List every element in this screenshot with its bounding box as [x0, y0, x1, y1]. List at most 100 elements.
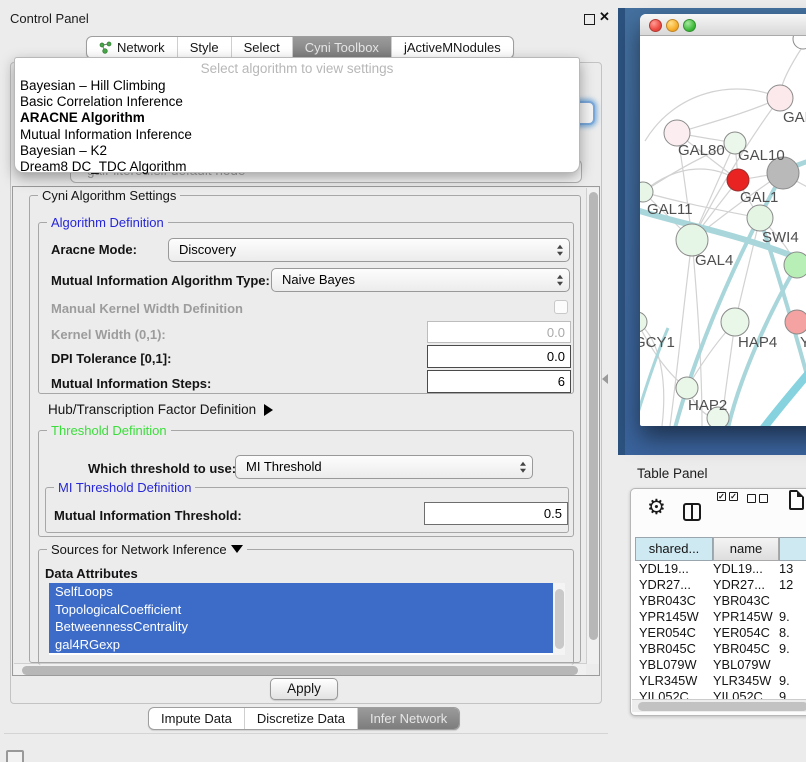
kernel-width-input[interactable]: 0.0 [427, 321, 571, 343]
tab-cyni-toolbox[interactable]: Cyni Toolbox [292, 37, 391, 58]
node-green-right[interactable] [784, 252, 806, 278]
cell-shared: YBR045C [639, 641, 696, 657]
cell-name: YDL19... [713, 561, 763, 577]
column-header-extra[interactable] [779, 537, 806, 561]
tab-select[interactable]: Select [231, 37, 292, 58]
network-window[interactable]: GAL GAL80 GAL10 GAL1 GAL11 SWI4 GAL4 GCY… [640, 14, 806, 426]
tab-network[interactable]: Network [87, 37, 177, 58]
dropdown-item-aracne[interactable]: ARACNE Algorithm [15, 110, 579, 126]
column-header-shared-name[interactable]: shared... [635, 537, 713, 561]
attribute-item-betweennesscentrality[interactable]: BetweennessCentrality [49, 618, 553, 636]
table-horizontal-scrollbar[interactable] [632, 699, 806, 712]
dropdown-item-basic-correlation[interactable]: Basic Correlation Inference [15, 94, 579, 110]
minimize-window-icon[interactable] [666, 19, 679, 32]
node-swi4[interactable] [747, 205, 773, 231]
column-header-name[interactable]: name [713, 537, 779, 561]
deselect-all-columns-icon[interactable] [747, 494, 768, 503]
float-panel-icon[interactable] [584, 14, 595, 25]
table-row[interactable]: YBL079WYBL079W [631, 657, 806, 673]
node-gal-pink[interactable] [767, 85, 793, 111]
sources-title[interactable]: Sources for Network Inference [47, 542, 247, 557]
dropdown-item-bayesian-hill-climbing[interactable]: Bayesian – Hill Climbing [15, 78, 579, 94]
hub-definition-toggle[interactable]: Hub/Transcription Factor Definition [48, 402, 273, 417]
expand-right-icon [264, 404, 273, 416]
cell-value: 13 [779, 561, 793, 577]
mi-steps-label: Mutual Information Steps: [51, 376, 211, 391]
attribute-item-gal4rgexp[interactable]: gal4RGexp [49, 636, 553, 654]
stepper-arrows-icon [557, 245, 563, 256]
select-all-columns-icon[interactable]: ✓ ✓ [717, 492, 738, 501]
mi-steps-input[interactable]: 6 [427, 370, 571, 393]
data-attributes-list[interactable]: SelfLoops TopologicalCoefficient Between… [49, 583, 565, 655]
tab-infer-network-label: Infer Network [370, 708, 447, 729]
network-canvas[interactable]: GAL GAL80 GAL10 GAL1 GAL11 SWI4 GAL4 GCY… [640, 36, 806, 426]
tab-cyni-toolbox-label: Cyni Toolbox [305, 37, 379, 58]
label-hap4: HAP4 [738, 334, 777, 351]
tab-discretize-data[interactable]: Discretize Data [244, 708, 357, 729]
table-row[interactable]: YER054CYER054C8. [631, 625, 806, 641]
manual-kernel-label: Manual Kernel Width Definition [51, 301, 243, 316]
aracne-mode-combobox[interactable]: Discovery [168, 238, 570, 262]
export-table-icon[interactable] [789, 490, 804, 510]
dpi-tolerance-input[interactable]: 0.0 [427, 345, 571, 368]
settings-scrollpane: Cyni Algorithm Settings Algorithm Defini… [12, 186, 600, 676]
table-settings-gear-icon[interactable]: ⚙ [647, 495, 666, 520]
network-window-titlebar[interactable] [640, 14, 806, 36]
manual-kernel-checkbox[interactable] [554, 300, 568, 314]
attribute-item-topologicalcoefficient[interactable]: TopologicalCoefficient [49, 601, 553, 619]
algorithm-dropdown-popup: Select algorithm to view settings Bayesi… [14, 57, 580, 173]
tab-select-label: Select [244, 37, 280, 58]
attribute-item-selfloops[interactable]: SelfLoops [49, 583, 553, 601]
app-root: { "control_panel": { "title": "Control P… [0, 0, 806, 762]
mi-type-value: Naive Bayes [282, 272, 355, 287]
label-gal4: GAL4 [695, 252, 733, 269]
table-row[interactable]: YLR345WYLR345W9. [631, 673, 806, 689]
node-gal1[interactable] [727, 169, 749, 191]
label-gal: GAL [783, 109, 806, 126]
cell-shared: YPR145W [639, 609, 699, 625]
table-row[interactable]: YDL19...YDL19...13 [631, 561, 806, 577]
dropdown-item-dream8[interactable]: Dream8 DC_TDC Algorithm [15, 159, 579, 175]
panel-collapse-arrow-icon[interactable] [602, 374, 608, 384]
kernel-width-label: Kernel Width (0,1): [51, 327, 166, 342]
tab-style[interactable]: Style [177, 37, 231, 58]
close-window-icon[interactable] [649, 19, 662, 32]
cell-shared: YBR043C [639, 593, 696, 609]
table-row[interactable]: YBR045CYBR045C9. [631, 641, 806, 657]
attributes-scrollbar[interactable] [553, 583, 565, 655]
control-panel-tabs: Network Style Select Cyni Toolbox jActiv… [86, 36, 514, 59]
cell-name: YDR27... [713, 577, 765, 593]
column-layout-icon[interactable] [683, 503, 701, 521]
zoom-window-icon[interactable] [683, 19, 696, 32]
tab-style-label: Style [190, 37, 219, 58]
dropdown-item-bayesian-k2[interactable]: Bayesian – K2 [15, 143, 579, 159]
which-threshold-combobox[interactable]: MI Threshold [235, 455, 533, 479]
settings-vertical-scrollbar[interactable] [586, 188, 599, 664]
unchecked-box-icon [747, 494, 756, 503]
table-row[interactable]: YDR27...YDR27...12 [631, 577, 806, 593]
dpi-tolerance-label: DPI Tolerance [0,1]: [51, 351, 171, 366]
tab-infer-network[interactable]: Infer Network [357, 708, 459, 729]
minimized-window-icon[interactable] [6, 750, 24, 762]
tab-impute-data[interactable]: Impute Data [149, 708, 244, 729]
label-gal10: GAL10 [738, 147, 785, 164]
apply-button[interactable]: Apply [270, 678, 338, 700]
node-hap2[interactable] [676, 377, 698, 399]
mi-type-combobox[interactable]: Naive Bayes [271, 268, 570, 292]
mi-threshold-input[interactable]: 0.5 [424, 502, 568, 525]
label-gal1: GAL1 [740, 189, 778, 206]
threshold-definition-group: Threshold Definition Which threshold to … [38, 430, 574, 537]
tab-jactivemnodules[interactable]: jActiveMNodules [391, 37, 513, 58]
cell-value: 8. [779, 625, 790, 641]
node-hap4[interactable] [721, 308, 749, 336]
aracne-mode-value: Discovery [179, 242, 236, 257]
table-row[interactable]: YPR145WYPR145W9. [631, 609, 806, 625]
node-salmon[interactable] [785, 310, 806, 334]
dropdown-item-mutual-information[interactable]: Mutual Information Inference [15, 127, 579, 143]
node-unnamed-top[interactable] [793, 36, 806, 49]
cell-name: YPR145W [713, 609, 773, 625]
node-gcy1[interactable] [640, 312, 647, 332]
table-row[interactable]: YBR043CYBR043C [631, 593, 806, 609]
close-panel-icon[interactable]: ✕ [599, 9, 610, 25]
algorithm-definition-title: Algorithm Definition [47, 215, 168, 230]
